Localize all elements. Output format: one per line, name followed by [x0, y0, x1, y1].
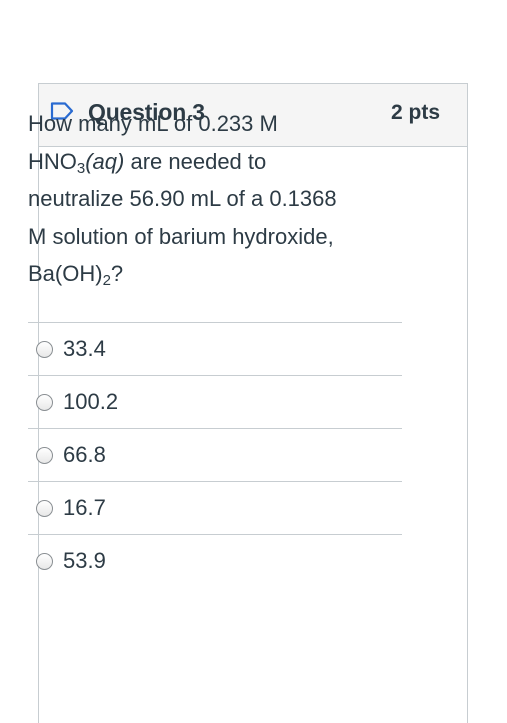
answer-option[interactable]: 66.8	[28, 428, 402, 481]
answer-label[interactable]: 33.4	[63, 336, 106, 362]
radio-button[interactable]	[36, 394, 53, 411]
answer-list: 33.4 100.2 66.8 16.7 53.9	[28, 322, 402, 587]
answer-option[interactable]: 100.2	[28, 375, 402, 428]
formula-subscript: 2	[102, 272, 111, 289]
answer-label[interactable]: 100.2	[63, 389, 118, 415]
question-line-rest: are needed to	[124, 148, 267, 174]
formula-subscript: 3	[76, 159, 86, 177]
formula-state: (aq)	[85, 148, 125, 174]
radio-button[interactable]	[36, 500, 53, 517]
question-line: HNO3(aq) are needed to	[28, 143, 398, 181]
answer-option[interactable]: 33.4	[28, 322, 402, 375]
question-line: How many mL of 0.233 M	[28, 111, 278, 136]
question-line: Ba(OH)2?	[28, 255, 398, 293]
question-points: 2 pts	[390, 101, 440, 124]
radio-button[interactable]	[36, 447, 53, 464]
answer-option[interactable]: 16.7	[28, 481, 402, 534]
answer-label[interactable]: 16.7	[63, 495, 106, 521]
formula-acid: HNO	[28, 148, 77, 174]
question-text: How many mL of 0.233 M HNO3(aq) are need…	[28, 105, 398, 293]
radio-button[interactable]	[36, 553, 53, 570]
question-line: neutralize 56.90 mL of a 0.1368	[28, 186, 337, 211]
answer-label[interactable]: 66.8	[63, 442, 106, 468]
radio-button[interactable]	[36, 341, 53, 358]
question-line: M solution of barium hydroxide,	[28, 223, 334, 249]
formula-base: Ba(OH)	[28, 261, 103, 286]
answer-label[interactable]: 53.9	[63, 548, 106, 574]
answer-option[interactable]: 53.9	[28, 534, 402, 587]
question-mark: ?	[110, 261, 124, 286]
